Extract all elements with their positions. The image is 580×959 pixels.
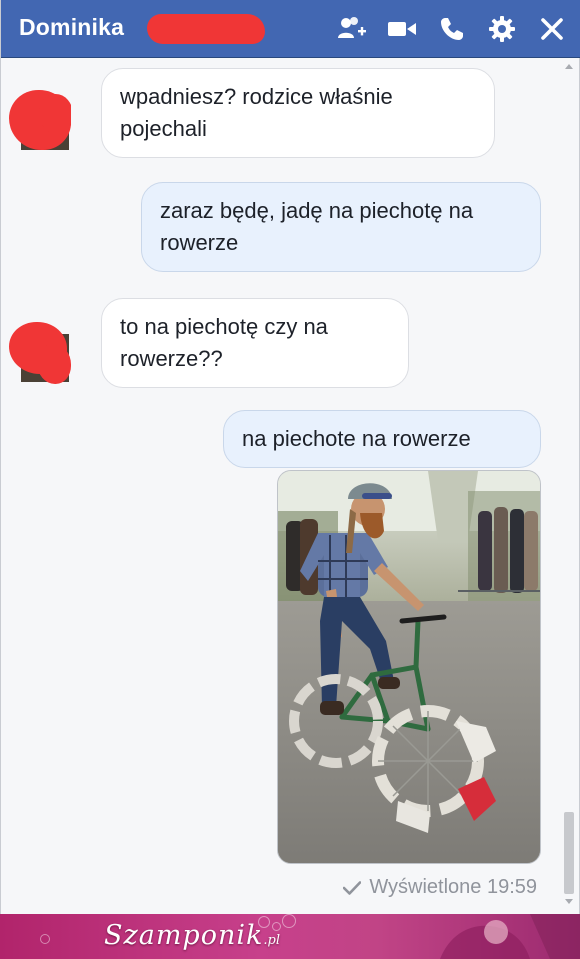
logo-text: Szamponik	[104, 920, 264, 951]
redaction-scribble	[39, 94, 71, 134]
logo-suffix: .pl	[263, 933, 280, 948]
redaction-scribble	[147, 14, 265, 44]
message-bubble-outgoing[interactable]: zaraz będę, jadę na piechotę na rowerze	[141, 182, 541, 272]
scrollbar[interactable]	[562, 60, 576, 910]
decorative-bubble	[40, 934, 50, 944]
message-photo[interactable]	[277, 470, 541, 864]
chat-window: Dominika wpadniesz? rodzice właśnie poje…	[0, 0, 580, 914]
close-icon[interactable]	[537, 14, 567, 44]
message-text: to na piechotę czy na rowerze??	[120, 314, 328, 371]
contact-avatar[interactable]	[9, 90, 71, 152]
checkmark-icon	[343, 880, 362, 895]
seen-status: Wyświetlone 19:59	[343, 876, 537, 899]
scroll-down-arrow-icon[interactable]	[565, 899, 573, 904]
gear-icon[interactable]	[487, 14, 517, 44]
seen-label: Wyświetlone 19:59	[369, 876, 537, 898]
message-bubble-incoming[interactable]: wpadniesz? rodzice właśnie pojechali	[101, 68, 495, 158]
decorative-figure	[440, 914, 580, 959]
message-bubble-outgoing[interactable]: na piechote na rowerze	[223, 410, 541, 468]
watermark-logo: Szamponik.pl	[104, 920, 280, 951]
decorative-bubble	[282, 914, 296, 928]
video-call-icon[interactable]	[387, 14, 417, 44]
scroll-up-arrow-icon[interactable]	[565, 64, 573, 69]
contact-name[interactable]: Dominika	[19, 14, 124, 41]
message-bubble-incoming[interactable]: to na piechotę czy na rowerze??	[101, 298, 409, 388]
message-text: zaraz będę, jadę na piechotę na rowerze	[160, 198, 474, 255]
phone-call-icon[interactable]	[437, 14, 467, 44]
redaction-scribble	[37, 344, 71, 384]
watermark-banner: Szamponik.pl	[0, 914, 580, 959]
photo-image	[278, 471, 540, 863]
message-text: wpadniesz? rodzice właśnie pojechali	[120, 84, 393, 141]
contact-avatar[interactable]	[9, 322, 71, 384]
message-text: na piechote na rowerze	[242, 426, 471, 451]
scrollbar-thumb[interactable]	[564, 812, 574, 894]
add-people-icon[interactable]	[337, 14, 367, 44]
chat-titlebar[interactable]: Dominika	[1, 0, 580, 58]
titlebar-actions	[337, 13, 567, 45]
